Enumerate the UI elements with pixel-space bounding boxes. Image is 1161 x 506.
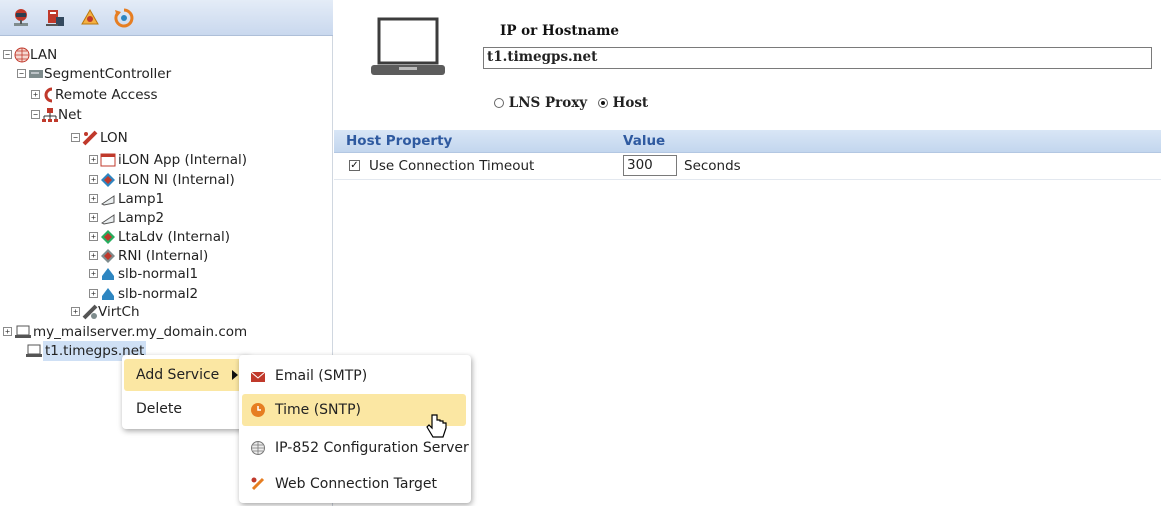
email-icon [250,371,266,382]
expand-icon[interactable]: + [89,175,98,184]
tools-icon[interactable] [79,7,101,29]
expand-icon[interactable]: + [3,327,12,336]
segment-controller-icon[interactable] [44,7,66,29]
expand-icon[interactable]: + [89,269,98,278]
lon-channel-icon [82,130,98,146]
table-header: Host Property Value [334,130,1161,153]
globe-icon [251,441,265,455]
context-menu: Add Service Delete [122,355,250,429]
email-smtp-menu-item[interactable]: Email (SMTP) [242,360,466,392]
expand-icon[interactable]: + [89,194,98,203]
tree-toolbar [0,0,333,36]
mode-radio-group: LNS Proxy Host [494,93,648,113]
expand-icon[interactable]: + [71,307,80,316]
timeout-unit: Seconds [684,158,741,174]
streetlight-icon [102,288,114,300]
host-property-table: Host Property Value ✓ Use Connection Tim… [334,130,1161,180]
collapse-icon[interactable]: − [17,69,26,78]
submenu-arrow-icon [232,370,238,380]
radio-lns-proxy-label: LNS Proxy [508,95,588,111]
timeout-input[interactable]: 300 [623,155,677,176]
expand-icon[interactable]: + [89,155,98,164]
host-device-icon [371,17,445,75]
network-icon [42,108,58,122]
hostname-input[interactable]: t1.timegps.net [483,47,1152,69]
collapse-icon[interactable]: − [71,133,80,142]
expand-icon[interactable]: + [89,289,98,298]
network-view-icon[interactable] [10,7,32,29]
expand-icon[interactable]: + [89,251,98,260]
table-row: ✓ Use Connection Timeout 300 Seconds [334,153,1161,180]
hostname-label: IP or Hostname [500,23,620,39]
collapse-icon[interactable]: − [31,110,40,119]
lamp-icon [101,214,115,225]
server-icon [29,70,43,78]
radio-lns-proxy[interactable] [494,98,504,108]
delete-menu-item[interactable]: Delete [124,393,238,425]
add-service-menu-item[interactable]: Add Service [124,359,250,391]
laptop-icon [26,344,42,357]
use-connection-timeout-checkbox[interactable]: ✓ [349,160,360,171]
lamp-icon [101,195,115,206]
device-icon [101,249,115,263]
virtual-channel-icon [82,304,98,320]
hand-cursor-icon [426,414,447,438]
column-host-property: Host Property [346,133,453,149]
streetlight-icon [102,268,114,280]
web-connection-icon [251,477,265,491]
radio-host[interactable] [597,98,608,108]
use-connection-timeout-label: Use Connection Timeout [369,158,535,174]
column-value: Value [623,133,666,149]
expand-icon[interactable]: + [89,232,98,241]
clock-icon [251,403,265,417]
collapse-icon[interactable]: − [3,50,12,59]
globe-icon [14,47,30,63]
web-connection-target-menu-item[interactable]: Web Connection Target [242,468,466,500]
application-icon [100,153,116,167]
refresh-icon[interactable] [113,7,135,29]
device-icon [101,230,115,244]
expand-icon[interactable]: + [89,213,98,222]
expand-icon[interactable]: + [31,90,40,99]
device-icon [101,173,115,187]
radio-host-label: Host [612,95,649,111]
laptop-icon [15,325,31,338]
